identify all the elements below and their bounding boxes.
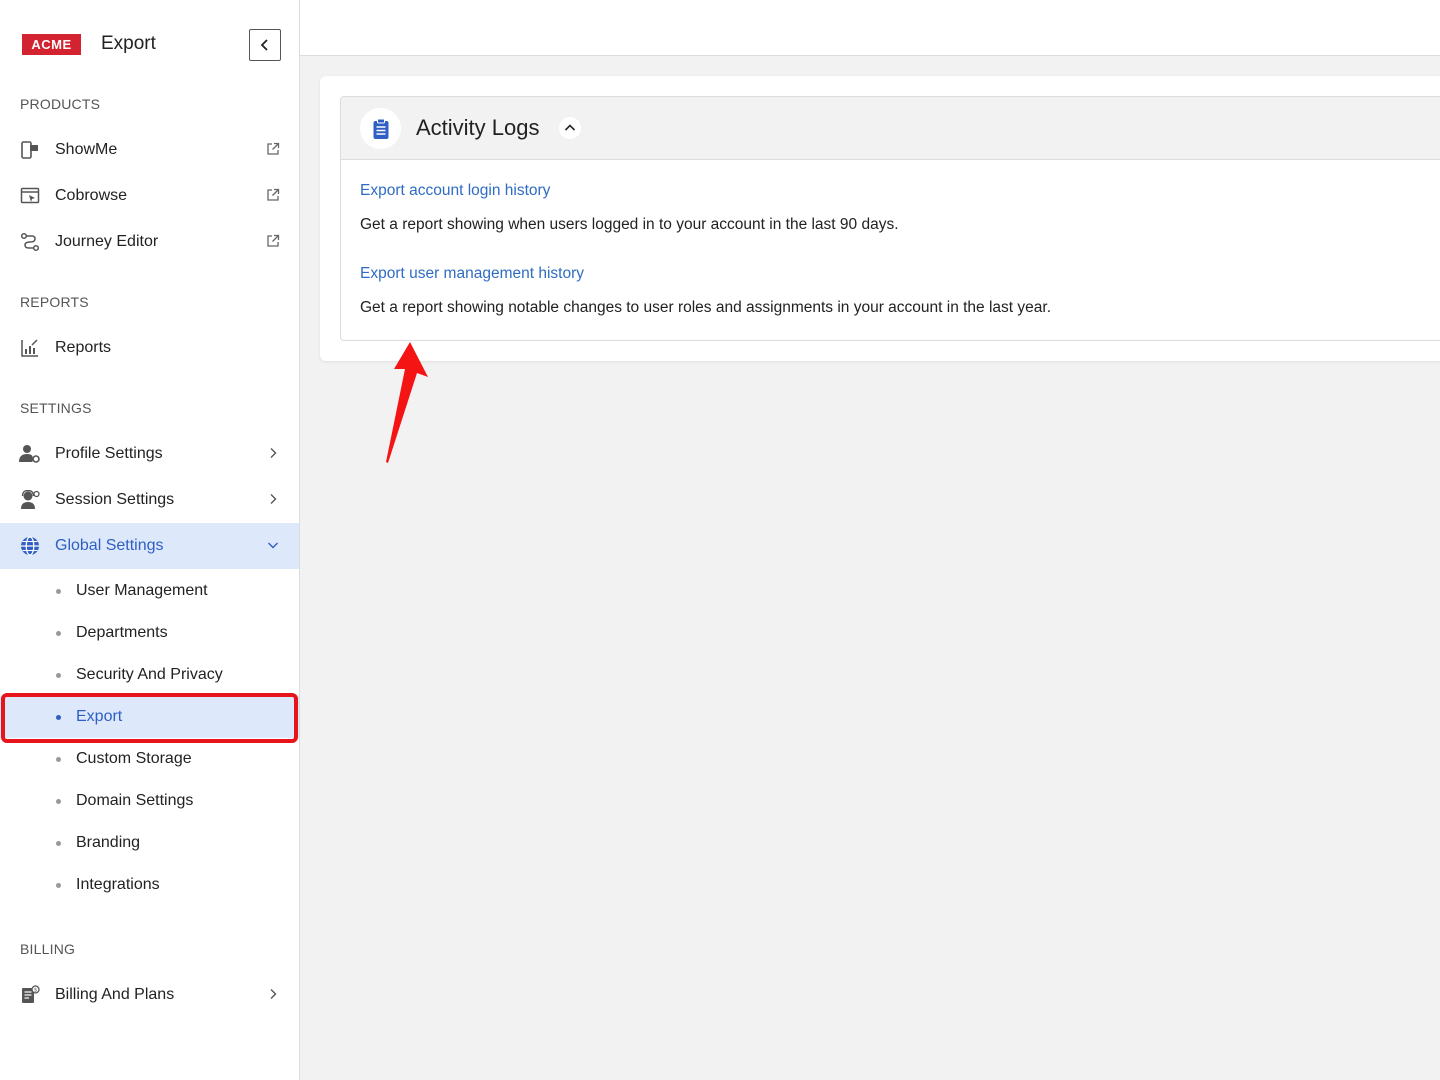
bullet-dot	[56, 841, 61, 846]
sidebar-item-profile-settings[interactable]: Profile Settings	[0, 431, 299, 477]
sidebar-item-label: Billing And Plans	[55, 986, 175, 1003]
sidebar-header: ACME Export	[0, 0, 300, 90]
sidebar-item-label: Reports	[55, 339, 112, 356]
section-label-products: PRODUCTS	[20, 96, 101, 112]
export-user-management-history-link[interactable]: Export user management history	[360, 265, 584, 283]
export-login-history-link[interactable]: Export account login history	[360, 182, 550, 200]
bullet-dot	[56, 883, 61, 888]
bullet-dot	[56, 631, 61, 636]
sidebar-item-label: Profile Settings	[55, 445, 163, 462]
sidebar-subitem-integrations[interactable]: Integrations	[0, 864, 299, 906]
globe-icon	[19, 535, 41, 557]
collapse-panel-button[interactable]	[559, 117, 581, 139]
sidebar-subitem-custom-storage[interactable]: Custom Storage	[0, 738, 299, 780]
journey-icon	[19, 231, 41, 253]
sidebar-item-journey-editor[interactable]: Journey Editor	[0, 219, 299, 265]
export-user-management-history-description: Get a report showing notable changes to …	[360, 299, 1052, 316]
sidebar-item-cobrowse[interactable]: Cobrowse	[0, 173, 299, 219]
sidebar-subitem-label: Domain Settings	[76, 792, 194, 809]
chevron-right-icon	[265, 445, 281, 461]
section-label-reports: REPORTS	[20, 294, 89, 310]
sidebar-item-label: Session Settings	[55, 491, 175, 508]
panel-title: Activity Logs	[416, 115, 540, 140]
external-link-icon	[265, 187, 281, 203]
sidebar-item-label: Journey Editor	[55, 233, 159, 250]
chevron-up-icon	[564, 124, 576, 131]
chevron-down-icon	[265, 537, 281, 553]
profile-settings-icon	[19, 443, 41, 465]
page-title: Export	[101, 33, 156, 54]
external-link-icon	[265, 233, 281, 249]
sidebar-subitem-branding[interactable]: Branding	[0, 822, 299, 864]
sidebar-subitem-label: Export	[76, 708, 123, 725]
sidebar-item-showme[interactable]: ShowMe	[0, 127, 299, 173]
chevron-left-icon	[260, 39, 268, 51]
section-label-settings: SETTINGS	[20, 400, 92, 416]
cobrowse-icon	[19, 185, 41, 207]
main-card: Activity Logs Export account login histo…	[320, 76, 1440, 361]
bullet-dot	[56, 673, 61, 678]
acme-logo: ACME	[22, 34, 81, 55]
bullet-dot	[56, 589, 61, 594]
collapse-sidebar-button[interactable]	[249, 29, 281, 61]
clipboard-icon	[360, 108, 401, 149]
svg-text:$: $	[34, 988, 38, 994]
chevron-right-icon	[265, 491, 281, 507]
panel-header: Activity Logs	[341, 97, 1440, 160]
showme-icon	[19, 139, 41, 161]
sidebar-subitem-security-and-privacy[interactable]: Security And Privacy	[0, 654, 299, 696]
sidebar-item-reports[interactable]: Reports	[0, 325, 299, 371]
sidebar-subitem-label: Security And Privacy	[76, 666, 223, 683]
sidebar-item-label: Global Settings	[55, 537, 164, 554]
reports-icon	[19, 337, 41, 359]
sidebar-item-label: Cobrowse	[55, 187, 128, 204]
sidebar: ACME Export PRODUCTS ShowMe Cobrowse Jou…	[0, 0, 300, 1080]
sidebar-subitem-departments[interactable]: Departments	[0, 612, 299, 654]
sidebar-subitem-label: Departments	[76, 624, 168, 641]
session-settings-icon	[19, 489, 41, 511]
activity-logs-panel: Activity Logs Export account login histo…	[340, 96, 1440, 341]
sidebar-item-label: ShowMe	[55, 141, 118, 158]
sidebar-item-billing-and-plans[interactable]: $ Billing And Plans	[0, 972, 299, 1018]
bullet-dot	[56, 715, 61, 720]
billing-icon: $	[19, 984, 41, 1006]
sidebar-subitem-label: Custom Storage	[76, 750, 192, 767]
chevron-right-icon	[265, 986, 281, 1002]
section-label-billing: BILLING	[20, 941, 76, 957]
sidebar-subitem-domain-settings[interactable]: Domain Settings	[0, 780, 299, 822]
bullet-dot	[56, 799, 61, 804]
top-bar	[300, 0, 1440, 56]
sidebar-item-session-settings[interactable]: Session Settings	[0, 477, 299, 523]
sidebar-subitem-label: User Management	[76, 582, 208, 599]
external-link-icon	[265, 141, 281, 157]
bullet-dot	[56, 757, 61, 762]
sidebar-subitem-label: Integrations	[76, 876, 160, 893]
sidebar-subitem-user-management[interactable]: User Management	[0, 570, 299, 612]
sidebar-item-global-settings[interactable]: Global Settings	[0, 523, 299, 569]
export-login-history-description: Get a report showing when users logged i…	[360, 216, 899, 233]
sidebar-subitem-label: Branding	[76, 834, 141, 851]
sidebar-subitem-export[interactable]: Export	[0, 696, 299, 738]
